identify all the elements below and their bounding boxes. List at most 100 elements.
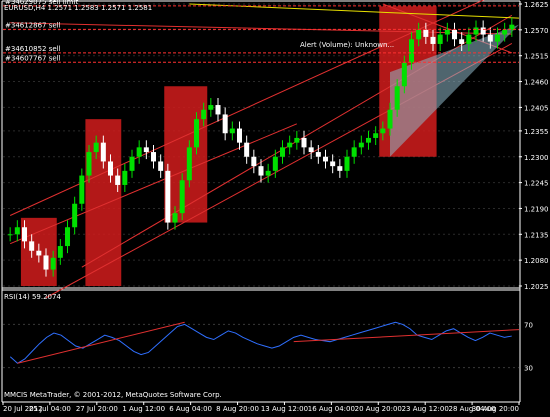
candle-body — [158, 161, 164, 171]
time-tick-label: 13 Aug 12:00 — [261, 405, 308, 413]
candle-body — [165, 170, 171, 223]
candle-body — [136, 147, 142, 157]
candle-body — [473, 27, 479, 35]
candle-body — [337, 166, 343, 171]
candle-body — [208, 105, 214, 110]
candle-body — [437, 34, 443, 44]
candle-body — [358, 142, 364, 148]
price-tick-label: 1.2080 — [524, 257, 549, 265]
candle-body — [50, 257, 56, 270]
candle-body — [279, 147, 286, 157]
candle-body — [115, 175, 121, 185]
candle-body — [502, 29, 508, 35]
time-tick-label: 1 Aug 12:00 — [122, 405, 165, 413]
candle-body — [494, 34, 501, 42]
order-label: #34610852 sell — [5, 45, 61, 53]
candle-body — [222, 114, 228, 134]
candle-body — [401, 62, 407, 87]
time-tick-label: 6 Aug 04:00 — [169, 405, 212, 413]
candle-body — [315, 152, 321, 157]
time-tick-label: 27 Jul 20:00 — [76, 405, 118, 413]
candle-body — [466, 34, 472, 44]
candle-body — [251, 156, 257, 167]
candle-body — [487, 34, 493, 42]
candle-body — [301, 137, 307, 148]
chart-svg: #34629075 sell limit#34612867 sell#34610… — [0, 0, 550, 413]
order-label: #34607767 sell — [5, 54, 61, 62]
copyright-text: MMCIS MetaTrader, © 2001-2012, MetaQuote… — [4, 391, 222, 399]
candle-body — [100, 142, 106, 162]
price-tick-label: 1.2405 — [524, 104, 549, 112]
candle-body — [444, 29, 450, 35]
candle-body — [344, 156, 350, 171]
candle-body — [322, 156, 329, 162]
chart-title: EURUSD,H4 1.2571 1.2583 1.2571 1.2581 — [4, 4, 152, 12]
candle-body — [122, 170, 128, 185]
candle-body — [380, 128, 386, 134]
time-tick-label: 16 Aug 04:00 — [308, 405, 355, 413]
time-tick-label: 25 Jul 04:00 — [29, 405, 71, 413]
candle-body — [64, 227, 71, 247]
candle-body — [451, 29, 458, 40]
time-tick-label: 20 Aug 20:00 — [355, 405, 402, 413]
price-tick-label: 1.2135 — [524, 231, 549, 239]
candle-body — [21, 227, 28, 242]
candle-body — [93, 142, 99, 153]
candle-body — [79, 175, 85, 204]
rsi-level-label: 70 — [524, 321, 533, 329]
time-tick-label: 8 Aug 20:00 — [216, 405, 259, 413]
candle-body — [72, 203, 78, 228]
candle-body — [29, 241, 35, 251]
candle-body — [265, 170, 271, 176]
candle-body — [186, 147, 192, 181]
candle-body — [143, 147, 149, 153]
candle-body — [351, 147, 357, 157]
candle-body — [294, 137, 300, 143]
candle-body — [330, 161, 336, 167]
candle-body — [36, 250, 42, 256]
price-tick-label: 1.2515 — [524, 53, 549, 61]
candle-body — [387, 109, 393, 129]
candle-body — [416, 29, 422, 40]
candle-body — [480, 27, 486, 35]
candle-body — [107, 161, 114, 176]
candle-body — [287, 142, 293, 148]
candle-body — [129, 156, 135, 171]
candle-body — [430, 36, 436, 44]
candle-body — [43, 255, 49, 270]
candle-body — [394, 86, 400, 110]
price-tick-label: 1.2025 — [524, 283, 549, 291]
candle-body — [193, 119, 200, 148]
candle-body — [308, 147, 314, 153]
candle-body — [150, 152, 157, 162]
alert-label: Alert (Volume): Unknown... — [300, 41, 394, 49]
candle-body — [236, 128, 243, 143]
price-tick-label: 1.2300 — [524, 154, 549, 162]
rsi-level-label: 30 — [524, 365, 533, 373]
candle-body — [179, 180, 185, 214]
candle-body — [215, 105, 221, 115]
candle-body — [201, 109, 207, 120]
price-tick-label: 1.2190 — [524, 205, 549, 213]
candle-body — [86, 152, 92, 176]
candle-body — [7, 234, 13, 236]
candle-body — [14, 227, 20, 235]
candle-body — [229, 128, 235, 134]
rsi-title: RSI(14) 59.2074 — [4, 293, 61, 301]
price-tick-label: 1.2625 — [524, 1, 549, 9]
price-tick-label: 1.2245 — [524, 180, 549, 188]
candle-body — [423, 29, 429, 37]
candle-body — [408, 39, 415, 63]
candle-body — [272, 156, 278, 171]
chart-window[interactable]: #34629075 sell limit #34612867 sell #34610… — [0, 0, 550, 413]
supply-zone — [164, 86, 208, 223]
candle-body — [365, 137, 372, 143]
price-tick-label: 1.2355 — [524, 128, 549, 136]
time-tick-label: 23 Aug 12:00 — [402, 405, 449, 413]
candle-body — [57, 246, 63, 258]
candle-body — [172, 213, 178, 223]
candle-body — [459, 39, 465, 44]
candle-body — [258, 166, 264, 176]
candle-body — [244, 142, 250, 157]
candle-body — [373, 133, 379, 138]
